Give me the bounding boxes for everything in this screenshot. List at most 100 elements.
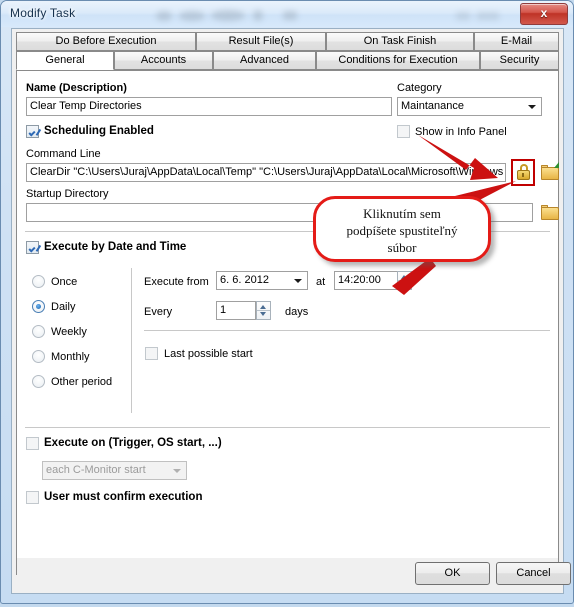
divider	[25, 427, 550, 428]
tab-label: Do Before Execution	[55, 35, 157, 47]
execute-by-date-time-checkbox[interactable]	[26, 241, 39, 254]
period-radio-monthly[interactable]	[32, 350, 45, 363]
scheduling-enabled-label: Scheduling Enabled	[44, 125, 154, 137]
period-radio-other[interactable]	[32, 375, 45, 388]
spinner-divider	[398, 280, 411, 281]
tab-accounts[interactable]: Accounts	[114, 51, 213, 70]
spinner-divider	[257, 310, 270, 311]
lock-icon[interactable]	[516, 164, 531, 180]
title-bar: Modify Task x	[1, 1, 573, 27]
tab-general[interactable]: General	[16, 51, 114, 70]
background-blur-artifact	[253, 10, 263, 21]
show-in-info-panel-checkbox[interactable]	[397, 125, 410, 138]
tab-label: Accounts	[140, 54, 187, 66]
category-value: Maintanance	[401, 100, 464, 112]
startup-directory-label: Startup Directory	[26, 188, 109, 200]
execute-from-date-picker[interactable]: 6. 6. 2012	[216, 271, 308, 290]
execute-from-label: Execute from	[144, 276, 209, 288]
vertical-divider	[131, 268, 132, 413]
period-label-daily: Daily	[51, 301, 76, 313]
show-in-info-panel-label: Show in Info Panel	[415, 126, 507, 138]
last-possible-start-label: Last possible start	[164, 348, 253, 360]
period-label-once: Once	[51, 276, 78, 288]
days-label: days	[285, 306, 309, 318]
period-radio-weekly[interactable]	[32, 325, 45, 338]
tab-email[interactable]: E-Mail	[474, 32, 559, 51]
period-label-monthly: Monthly	[51, 351, 90, 363]
general-tab-page: Name (Description) Clear Temp Directorie…	[16, 70, 559, 575]
tab-advanced[interactable]: Advanced	[213, 51, 316, 70]
button-bar: OK Cancel	[17, 558, 571, 589]
trigger-select[interactable]: each C-Monitor start	[42, 461, 187, 480]
ok-button[interactable]: OK	[415, 562, 490, 585]
tab-label: Security	[499, 54, 540, 66]
arrow-icon	[554, 162, 559, 168]
chevron-down-icon	[294, 279, 302, 283]
every-days-input[interactable]: 1	[216, 301, 256, 320]
close-button[interactable]: x	[520, 3, 568, 25]
period-radio-daily[interactable]	[32, 300, 45, 313]
spinner-up-icon[interactable]	[260, 305, 266, 309]
tab-label: Conditions for Execution	[338, 54, 458, 66]
tab-on-task-finish[interactable]: On Task Finish	[326, 32, 474, 51]
divider	[25, 231, 550, 232]
period-label-other: Other period	[51, 376, 113, 388]
folder-back	[541, 167, 559, 180]
every-label: Every	[144, 306, 173, 318]
spinner-down-icon[interactable]	[401, 282, 407, 286]
close-icon: x	[540, 6, 548, 20]
tab-row-top: Do Before Execution Result File(s) On Ta…	[16, 32, 559, 51]
user-confirm-checkbox[interactable]	[26, 491, 39, 504]
scheduling-enabled-checkbox[interactable]	[26, 125, 39, 138]
tab-strip: Do Before Execution Result File(s) On Ta…	[16, 32, 559, 72]
at-time-spinner[interactable]	[397, 271, 412, 290]
trigger-value: each C-Monitor start	[46, 464, 146, 476]
tab-label: Advanced	[240, 54, 289, 66]
lock-keyhole	[522, 173, 524, 177]
category-label: Category	[397, 82, 442, 94]
background-blur-artifact	[211, 10, 245, 21]
background-blur-artifact	[156, 11, 172, 21]
background-blur-artifact	[179, 11, 205, 21]
execute-on-trigger-checkbox[interactable]	[26, 437, 39, 450]
category-select[interactable]: Maintanance	[397, 97, 542, 116]
tab-do-before-execution[interactable]: Do Before Execution	[16, 32, 196, 51]
open-folder-icon[interactable]	[541, 162, 559, 180]
name-label: Name (Description)	[26, 82, 127, 94]
command-line-label: Command Line	[26, 148, 101, 160]
execute-on-trigger-label: Execute on (Trigger, OS start, ...)	[44, 437, 222, 449]
divider	[144, 330, 550, 331]
spinner-up-icon[interactable]	[401, 275, 407, 279]
background-blur-artifact	[477, 12, 499, 20]
period-label-weekly: Weekly	[51, 326, 87, 338]
last-possible-start-checkbox[interactable]	[145, 347, 158, 360]
tab-label: On Task Finish	[363, 35, 437, 47]
modify-task-window: Modify Task x Do Before Execution Result…	[0, 0, 574, 604]
tab-conditions-for-execution[interactable]: Conditions for Execution	[316, 51, 480, 70]
user-confirm-label: User must confirm execution	[44, 491, 203, 503]
chevron-down-icon	[173, 469, 181, 473]
tab-label: Result File(s)	[228, 35, 294, 47]
every-days-spinner[interactable]	[256, 301, 271, 320]
name-input[interactable]: Clear Temp Directories	[26, 97, 392, 116]
chevron-down-icon	[528, 105, 536, 109]
execute-from-date-value: 6. 6. 2012	[220, 274, 269, 286]
command-line-input[interactable]: ClearDir "C:\Users\Juraj\AppData\Local\T…	[26, 163, 506, 182]
tab-row-bottom: General Accounts Advanced Conditions for…	[16, 51, 559, 70]
window-title: Modify Task	[10, 6, 76, 20]
tab-result-files[interactable]: Result File(s)	[196, 32, 326, 51]
period-radio-once[interactable]	[32, 275, 45, 288]
at-label: at	[316, 276, 326, 288]
tab-label: E-Mail	[500, 35, 533, 47]
tab-security[interactable]: Security	[480, 51, 559, 70]
background-blur-artifact	[456, 12, 470, 20]
startup-directory-input[interactable]	[26, 203, 533, 222]
folder-icon[interactable]	[541, 205, 559, 220]
cancel-button[interactable]: Cancel	[496, 562, 571, 585]
folder-back	[541, 207, 559, 220]
spinner-down-icon[interactable]	[260, 312, 266, 316]
background-blur-artifact	[283, 11, 297, 20]
execute-by-date-time-label: Execute by Date and Time	[44, 241, 187, 253]
tab-label: General	[45, 54, 85, 66]
dialog-client-area: Do Before Execution Result File(s) On Ta…	[11, 28, 571, 594]
